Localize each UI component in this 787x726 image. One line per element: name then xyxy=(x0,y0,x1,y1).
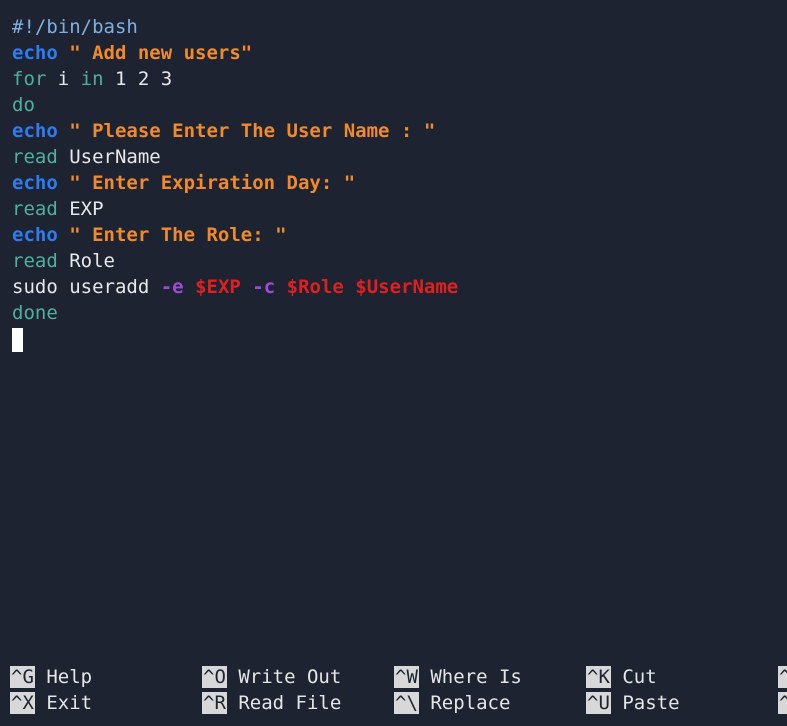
token: i xyxy=(46,68,81,90)
token: $Role xyxy=(286,276,344,298)
shortcut-more-2[interactable]: ^ xyxy=(778,690,787,716)
token: read xyxy=(12,146,58,168)
token: -c xyxy=(252,276,276,298)
shortcut-key: ^K xyxy=(586,666,611,688)
token: #!/bin/bash xyxy=(12,16,138,38)
shortcut-label: Exit xyxy=(46,692,93,714)
shortcut-key: ^\ xyxy=(394,692,419,714)
token: -e xyxy=(160,276,184,298)
editor-buffer[interactable]: #!/bin/bash echo " Add new users" for i … xyxy=(12,14,787,654)
token: echo xyxy=(12,172,58,194)
shortcut-key: ^R xyxy=(202,692,227,714)
shortcut-label: Where Is xyxy=(430,666,522,688)
shortcut-replace[interactable]: ^\ Replace xyxy=(394,690,510,716)
code-line-1: #!/bin/bash xyxy=(12,14,787,40)
code-line-8: read EXP xyxy=(12,196,787,222)
token: Role xyxy=(57,250,115,272)
shortcut-read-file[interactable]: ^R Read File xyxy=(202,690,341,716)
shortcut-key: ^O xyxy=(202,666,227,688)
token: " Enter The Role: " xyxy=(57,224,287,246)
shortcut-bar: ^G Help ^O Write Out ^W Where Is ^K Cut … xyxy=(10,664,787,716)
token: for xyxy=(12,68,47,90)
shortcut-key: ^U xyxy=(586,692,611,714)
token: echo xyxy=(12,120,58,142)
code-line-4: do xyxy=(12,92,787,118)
shortcut-label: Write Out xyxy=(238,666,342,688)
shortcut-paste[interactable]: ^U Paste xyxy=(586,690,680,716)
token: UserName xyxy=(57,146,161,168)
code-line-7: echo " Enter Expiration Day: " xyxy=(12,170,787,196)
shortcut-cut[interactable]: ^K Cut xyxy=(586,664,657,690)
code-line-10: read Role xyxy=(12,248,787,274)
code-line-2: echo " Add new users" xyxy=(12,40,787,66)
shortcut-exit[interactable]: ^X Exit xyxy=(10,690,92,716)
token: echo xyxy=(12,224,58,246)
token: echo xyxy=(12,42,58,64)
code-line-5: echo " Please Enter The User Name : " xyxy=(12,118,787,144)
token: read xyxy=(12,250,58,272)
shortcut-key: ^ xyxy=(778,692,787,714)
token: " Please Enter The User Name : " xyxy=(57,120,436,142)
token: $EXP xyxy=(195,276,241,298)
shortcut-row-1: ^G Help ^O Write Out ^W Where Is ^K Cut … xyxy=(10,664,787,690)
code-line-9: echo " Enter The Role: " xyxy=(12,222,787,248)
token: EXP xyxy=(57,198,104,220)
code-line-11: sudo useradd -e $EXP -c $Role $UserName xyxy=(12,274,787,300)
shortcut-help[interactable]: ^G Help xyxy=(10,664,92,690)
shortcut-label: Help xyxy=(46,666,93,688)
shortcut-label: Replace xyxy=(430,692,511,714)
token: " Add new users" xyxy=(57,42,253,64)
shortcut-key: ^W xyxy=(394,666,419,688)
shortcut-label: Read File xyxy=(238,692,342,714)
shortcut-key: ^X xyxy=(10,692,35,714)
shortcut-row-2: ^X Exit ^R Read File ^\ Replace ^U Paste… xyxy=(10,690,787,716)
code-line-3: for i in 1 2 3 xyxy=(12,66,787,92)
code-line-6: read UserName xyxy=(12,144,787,170)
token: do xyxy=(12,94,35,116)
token: " Enter Expiration Day: " xyxy=(57,172,356,194)
token: read xyxy=(12,198,58,220)
token: in xyxy=(80,68,104,90)
shortcut-key: ^ xyxy=(778,666,787,688)
shortcut-label: Cut xyxy=(622,666,657,688)
text-cursor xyxy=(12,327,23,352)
cursor-line[interactable] xyxy=(12,326,787,352)
shortcut-write-out[interactable]: ^O Write Out xyxy=(202,664,341,690)
code-line-12: done xyxy=(12,300,787,326)
token: 1 2 3 xyxy=(103,68,173,90)
shortcut-label: Paste xyxy=(622,692,680,714)
shortcut-key: ^G xyxy=(10,666,35,688)
token: sudo useradd xyxy=(12,276,161,298)
token: $UserName xyxy=(355,276,459,298)
shortcut-more-1[interactable]: ^ xyxy=(778,664,787,690)
shortcut-where-is[interactable]: ^W Where Is xyxy=(394,664,522,690)
token: done xyxy=(12,302,58,324)
